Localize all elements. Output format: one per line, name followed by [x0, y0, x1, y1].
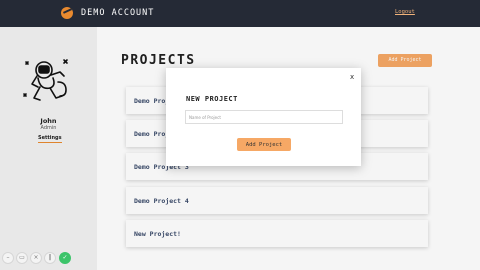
rocket-logo-icon [61, 7, 73, 19]
new-project-modal: x NEW PROJECT Add Project [166, 68, 361, 166]
top-navbar: DEMO ACCOUNT Logout [0, 0, 480, 27]
logout-link[interactable]: Logout [395, 9, 415, 15]
recorder-toolbar: – ▭ × ‖ ✓ [0, 249, 80, 267]
modal-title: NEW PROJECT [186, 95, 238, 103]
pause-icon[interactable]: ‖ [44, 252, 56, 264]
submit-add-project-button[interactable]: Add Project [237, 138, 291, 151]
camera-icon[interactable]: ▭ [16, 252, 28, 264]
project-name-input[interactable] [185, 110, 343, 124]
app-title: DEMO ACCOUNT [81, 8, 155, 18]
minus-icon[interactable]: – [2, 252, 14, 264]
close-icon[interactable]: x [350, 73, 354, 81]
check-icon[interactable]: ✓ [59, 252, 71, 264]
close-icon[interactable]: × [30, 252, 42, 264]
